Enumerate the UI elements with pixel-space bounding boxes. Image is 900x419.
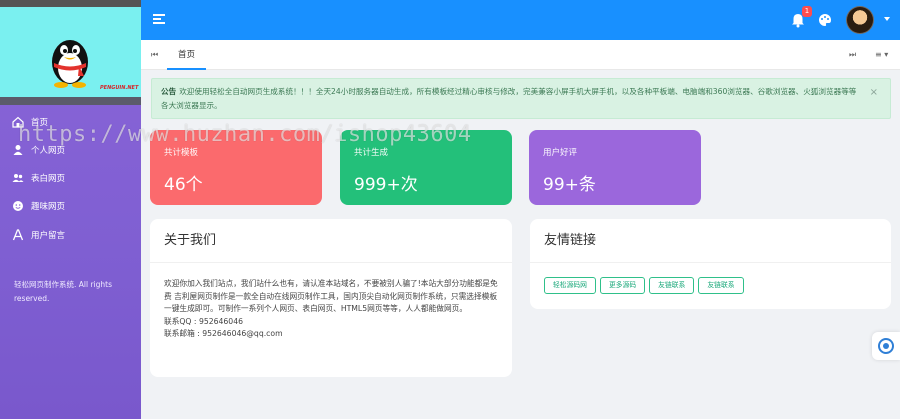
logo-divider xyxy=(0,97,141,105)
links-title: 友情链接 xyxy=(530,219,891,263)
links-row: 轻松源码网 更多源码 友链联系 友链联系 xyxy=(544,277,748,294)
watermark: https://www.huzhan.com/ishop43604 xyxy=(18,122,472,147)
friend-link[interactable]: 友链联系 xyxy=(698,277,744,294)
top-header: 1 xyxy=(141,0,900,40)
font-icon xyxy=(12,229,24,241)
friend-link[interactable]: 友链联系 xyxy=(649,277,695,294)
sidebar-top-strip xyxy=(0,0,141,7)
alert-title: 公告 xyxy=(161,87,177,96)
sidebar-item-confession[interactable]: 表白网页 xyxy=(12,168,65,188)
tab-next-icon[interactable]: ⏭ xyxy=(849,50,856,60)
friend-link[interactable]: 更多源码 xyxy=(599,277,646,294)
float-widget[interactable] xyxy=(872,332,900,360)
avatar[interactable] xyxy=(846,6,874,34)
sidebar-item-messages[interactable]: 用户留言 xyxy=(12,225,65,245)
links-panel: 友情链接 轻松源码网 更多源码 友链联系 友链联系 xyxy=(530,219,891,309)
translate-icon xyxy=(878,338,894,354)
tab-bar: ⏮ 首页 ⏭ ≡ ▾ xyxy=(141,40,900,70)
users-icon xyxy=(12,174,24,182)
sidebar-item-label: 表白网页 xyxy=(31,174,66,184)
stat-label: 共计模板 xyxy=(164,148,199,158)
palette-icon[interactable] xyxy=(818,13,832,27)
chevron-down-icon[interactable] xyxy=(884,17,890,21)
about-body: 欢迎你加入我们站点，我们站什么也有，请认准本站域名，不要被别人骗了!本站大部分功… xyxy=(150,263,512,341)
notification-badge: 1 xyxy=(802,6,812,17)
stat-value: 46个 xyxy=(164,175,203,195)
stat-card-reviews: 用户好评 99+条 xyxy=(529,130,701,205)
tab-menu-icon[interactable]: ≡ ▾ xyxy=(875,50,888,59)
contact-email: 联系邮箱 : 952646046@qq.com xyxy=(164,329,283,338)
stat-label: 共计生成 xyxy=(354,148,389,158)
announcement-alert: 公告 欢迎使用轻松全自动网页生成系统！！！全天24小时服务器自动生成，所有模板经过… xyxy=(151,78,891,119)
smile-icon xyxy=(13,201,23,211)
about-title: 关于我们 xyxy=(150,219,512,263)
alert-text: 欢迎使用轻松全自动网页生成系统！！！全天24小时服务器自动生成，所有模板经过精心… xyxy=(161,87,857,110)
tab-prev-icon[interactable]: ⏮ xyxy=(151,50,158,60)
stat-label: 用户好评 xyxy=(543,148,578,158)
sidebar-item-fun[interactable]: 趣味网页 xyxy=(12,196,65,216)
contact-qq: 联系QQ : 952646046 xyxy=(164,316,243,326)
stat-value: 99+条 xyxy=(543,175,596,195)
sidebar-footer: 轻松网页制作系统. All rights reserved. xyxy=(14,280,112,303)
friend-link[interactable]: 轻松源码网 xyxy=(544,277,596,294)
about-text: 欢迎你加入我们站点，我们站什么也有，请认准本站域名，不要被别人骗了!本站大部分功… xyxy=(164,279,498,313)
logo-caption: PENGUIN.NET xyxy=(100,85,139,91)
close-icon[interactable]: × xyxy=(870,86,878,100)
about-panel: 关于我们 欢迎你加入我们站点，我们站什么也有，请认准本站域名，不要被别人骗了!本… xyxy=(150,219,512,377)
penguin-logo-icon xyxy=(52,40,88,88)
logo-area[interactable]: PENGUIN.NET xyxy=(0,7,141,97)
stat-value: 999+次 xyxy=(354,175,418,195)
sidebar: PENGUIN.NET 首页 个人网页 表白网页 趣味网页 用户留言 轻松网页制… xyxy=(0,0,141,419)
sidebar-item-label: 趣味网页 xyxy=(31,202,66,212)
tab-home[interactable]: 首页 xyxy=(167,40,207,70)
menu-toggle-icon[interactable] xyxy=(153,14,165,24)
sidebar-item-label: 用户留言 xyxy=(31,231,66,241)
